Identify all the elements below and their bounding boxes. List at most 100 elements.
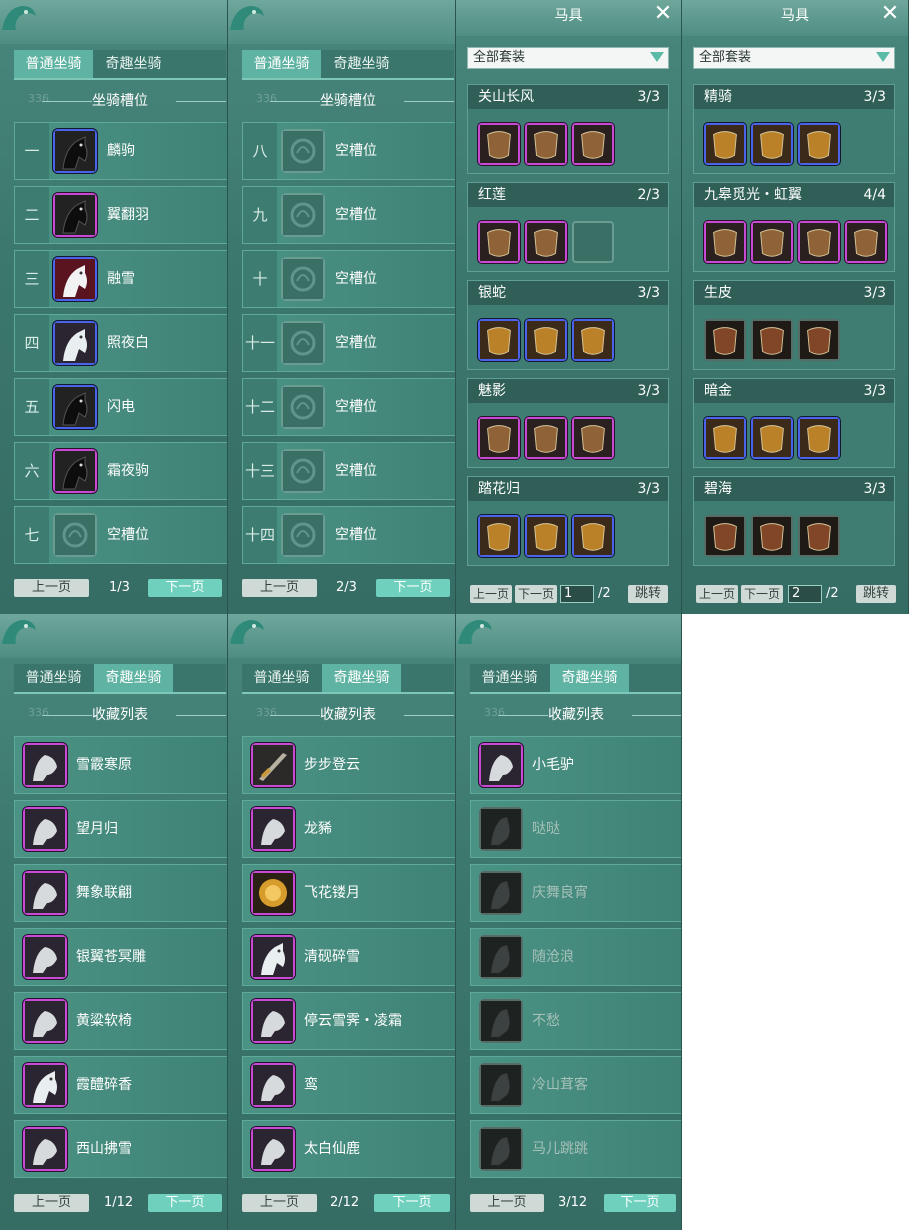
saddle-gear-icon[interactable] <box>798 319 840 361</box>
saddle-gear-icon[interactable] <box>704 123 746 165</box>
next-page-button[interactable]: 下一页 <box>604 1194 676 1212</box>
collection-row[interactable]: 飞花镂月 <box>242 864 455 922</box>
saddle-gear-icon[interactable] <box>751 319 793 361</box>
mount-slot-row[interactable]: 九 空槽位 <box>242 186 455 244</box>
saddle-gear-icon[interactable] <box>798 515 840 557</box>
tab-fancy-mounts[interactable]: 奇趣坐骑 <box>322 50 401 78</box>
collection-row[interactable]: 步步登云 <box>242 736 455 794</box>
saddle-gear-icon[interactable] <box>572 319 614 361</box>
collection-row[interactable]: 清砚碎雪 <box>242 928 455 986</box>
set-filter-dropdown[interactable]: 全部套装 <box>693 47 895 69</box>
prev-page-button[interactable]: 上一页 <box>470 1194 544 1212</box>
collection-row[interactable]: 哒哒 <box>470 800 681 858</box>
gear-set-card[interactable]: 碧海 3/3 <box>693 476 895 566</box>
tab-fancy-mounts[interactable]: 奇趣坐骑 <box>94 664 173 692</box>
collection-row[interactable]: 冷山茸客 <box>470 1056 681 1114</box>
prev-page-button[interactable]: 上一页 <box>242 579 317 597</box>
saddle-gear-icon[interactable] <box>704 319 746 361</box>
saddle-gear-icon[interactable] <box>525 417 567 459</box>
prev-page-button[interactable]: 上一页 <box>696 585 738 603</box>
saddle-gear-icon[interactable] <box>751 123 793 165</box>
mount-slot-row[interactable]: 七 空槽位 <box>14 506 227 564</box>
saddle-gear-icon[interactable] <box>478 417 520 459</box>
tab-normal-mounts[interactable]: 普通坐骑 <box>14 664 93 692</box>
saddle-gear-icon[interactable] <box>798 221 840 263</box>
mount-slot-row[interactable]: 八 空槽位 <box>242 122 455 180</box>
jump-button[interactable]: 跳转 <box>628 585 668 603</box>
tab-normal-mounts[interactable]: 普通坐骑 <box>470 664 549 692</box>
mount-slot-row[interactable]: 十四 空槽位 <box>242 506 455 564</box>
collection-row[interactable]: 庆舞良宵 <box>470 864 681 922</box>
collection-row[interactable]: 雪霰寒原 <box>14 736 227 794</box>
tab-fancy-mounts[interactable]: 奇趣坐骑 <box>550 664 629 692</box>
gear-set-card[interactable]: 暗金 3/3 <box>693 378 895 468</box>
tab-normal-mounts[interactable]: 普通坐骑 <box>242 664 321 692</box>
set-filter-dropdown[interactable]: 全部套装 <box>467 47 669 69</box>
saddle-gear-icon[interactable] <box>525 319 567 361</box>
collection-row[interactable]: 龙豨 <box>242 800 455 858</box>
next-page-button[interactable]: 下一页 <box>515 585 557 603</box>
saddle-gear-icon[interactable] <box>572 417 614 459</box>
close-icon[interactable]: ✕ <box>880 3 900 25</box>
collection-row[interactable]: 鸾 <box>242 1056 455 1114</box>
tab-normal-mounts[interactable]: 普通坐骑 <box>14 50 93 78</box>
close-icon[interactable]: ✕ <box>653 3 673 25</box>
tab-fancy-mounts[interactable]: 奇趣坐骑 <box>94 50 173 78</box>
saddle-gear-icon[interactable] <box>751 417 793 459</box>
mount-slot-row[interactable]: 十一 空槽位 <box>242 314 455 372</box>
collection-row[interactable]: 不愁 <box>470 992 681 1050</box>
mount-slot-row[interactable]: 六 霜夜驹 <box>14 442 227 500</box>
prev-page-button[interactable]: 上一页 <box>14 1194 89 1212</box>
collection-row[interactable]: 小毛驴 <box>470 736 681 794</box>
jump-button[interactable]: 跳转 <box>856 585 896 603</box>
mount-slot-row[interactable]: 二 翼翻羽 <box>14 186 227 244</box>
prev-page-button[interactable]: 上一页 <box>470 585 512 603</box>
mount-slot-row[interactable]: 十三 空槽位 <box>242 442 455 500</box>
gear-set-card[interactable]: 踏花归 3/3 <box>467 476 669 566</box>
page-number-input[interactable]: 1 <box>560 585 594 603</box>
gear-set-card[interactable]: 红莲 2/3 <box>467 182 669 272</box>
next-page-button[interactable]: 下一页 <box>148 579 222 597</box>
mount-slot-row[interactable]: 三 融雪 <box>14 250 227 308</box>
saddle-gear-icon[interactable] <box>751 221 793 263</box>
prev-page-button[interactable]: 上一页 <box>14 579 89 597</box>
collection-row[interactable]: 黄粱软椅 <box>14 992 227 1050</box>
next-page-button[interactable]: 下一页 <box>376 579 450 597</box>
collection-row[interactable]: 马儿跳跳 <box>470 1120 681 1178</box>
saddle-gear-icon[interactable] <box>798 123 840 165</box>
saddle-gear-icon[interactable] <box>478 515 520 557</box>
next-page-button[interactable]: 下一页 <box>374 1194 450 1212</box>
collection-row[interactable]: 银翼苍冥雕 <box>14 928 227 986</box>
mount-slot-row[interactable]: 十 空槽位 <box>242 250 455 308</box>
saddle-gear-icon[interactable] <box>478 123 520 165</box>
gear-set-card[interactable]: 关山长风 3/3 <box>467 84 669 174</box>
next-page-button[interactable]: 下一页 <box>148 1194 222 1212</box>
collection-row[interactable]: 霞醴碎香 <box>14 1056 227 1114</box>
gear-set-card[interactable]: 精骑 3/3 <box>693 84 895 174</box>
prev-page-button[interactable]: 上一页 <box>242 1194 317 1212</box>
saddle-gear-icon[interactable] <box>478 319 520 361</box>
collection-row[interactable]: 停云雪霁・凌霜 <box>242 992 455 1050</box>
page-number-input[interactable]: 2 <box>788 585 822 603</box>
saddle-gear-icon[interactable] <box>845 221 887 263</box>
collection-row[interactable]: 舞象联翩 <box>14 864 227 922</box>
mount-slot-row[interactable]: 一 麟驹 <box>14 122 227 180</box>
saddle-gear-icon[interactable] <box>572 515 614 557</box>
collection-row[interactable]: 随沧浪 <box>470 928 681 986</box>
collection-row[interactable]: 西山拂雪 <box>14 1120 227 1178</box>
saddle-gear-icon[interactable] <box>704 515 746 557</box>
mount-slot-row[interactable]: 五 闪电 <box>14 378 227 436</box>
saddle-gear-icon[interactable] <box>704 417 746 459</box>
gear-set-card[interactable]: 银蛇 3/3 <box>467 280 669 370</box>
next-page-button[interactable]: 下一页 <box>741 585 783 603</box>
tab-fancy-mounts[interactable]: 奇趣坐骑 <box>322 664 401 692</box>
saddle-gear-icon[interactable] <box>751 515 793 557</box>
collection-row[interactable]: 望月归 <box>14 800 227 858</box>
tab-normal-mounts[interactable]: 普通坐骑 <box>242 50 321 78</box>
collection-row[interactable]: 太白仙鹿 <box>242 1120 455 1178</box>
saddle-gear-icon[interactable] <box>525 123 567 165</box>
saddle-gear-icon[interactable] <box>704 221 746 263</box>
gear-set-card[interactable]: 魅影 3/3 <box>467 378 669 468</box>
mount-slot-row[interactable]: 四 照夜白 <box>14 314 227 372</box>
saddle-gear-icon[interactable] <box>798 417 840 459</box>
